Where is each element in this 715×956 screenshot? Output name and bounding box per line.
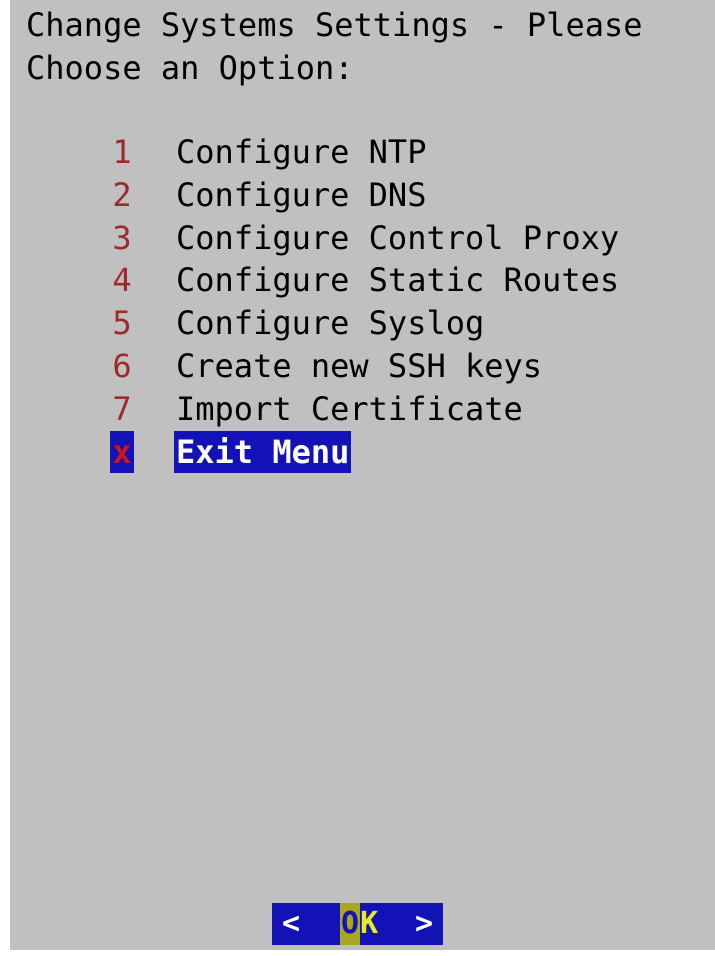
menu-item-key: 1 [112, 133, 132, 171]
menu-item-key: 7 [112, 389, 132, 428]
dialog-prompt: Change Systems Settings - Please Choose … [26, 4, 643, 90]
menu-item-key: 5 [112, 304, 132, 343]
menu-item-label: Configure Static Routes [176, 261, 620, 300]
menu-item-configure-control-proxy[interactable]: 3 Configure Control Proxy [110, 217, 619, 260]
ok-hotkey: O [340, 903, 361, 945]
ok-label-rest: K [360, 906, 379, 941]
menu-item-label: Configure NTP [176, 133, 427, 171]
menu-item-key: 4 [112, 261, 132, 300]
menu-item-import-certificate[interactable]: 7 Import Certificate [110, 388, 522, 431]
menu-item-configure-dns[interactable]: 2 Configure DNS [110, 174, 426, 217]
menu-item-key: 3 [112, 218, 132, 257]
menu-item-key: 2 [112, 175, 132, 214]
menu-item-configure-ntp[interactable]: 1 Configure NTP [110, 131, 426, 174]
menu-item-label: Create new SSH keys [176, 346, 543, 385]
menu-item-configure-syslog[interactable]: 5 Configure Syslog [110, 302, 484, 345]
menu-item-exit-menu[interactable]: x Exit Menu [110, 430, 352, 474]
button-left-bracket: < [282, 906, 301, 941]
menu-item-label: Import Certificate [176, 389, 523, 428]
options-menu: 1 Configure NTP 2 Configure DNS 3 Config… [110, 131, 619, 474]
ok-button-label: OK [340, 903, 378, 945]
menu-item-label: Exit Menu [174, 430, 352, 474]
prompt-line-2: Choose an Option: [26, 49, 354, 87]
settings-dialog: Change Systems Settings - Please Choose … [10, 0, 715, 950]
menu-item-label: Configure Syslog [176, 304, 485, 343]
menu-item-key: x [110, 430, 134, 474]
menu-item-configure-static-routes[interactable]: 4 Configure Static Routes [110, 259, 619, 302]
ok-button[interactable]: < OK > [272, 903, 443, 945]
menu-item-create-ssh-keys[interactable]: 6 Create new SSH keys [110, 345, 542, 388]
button-right-bracket: > [414, 906, 433, 941]
prompt-line-1: Change Systems Settings - Please [26, 6, 643, 44]
menu-item-label: Configure Control Proxy [176, 218, 620, 257]
menu-item-key: 6 [112, 346, 132, 385]
menu-item-label: Configure DNS [176, 175, 427, 214]
